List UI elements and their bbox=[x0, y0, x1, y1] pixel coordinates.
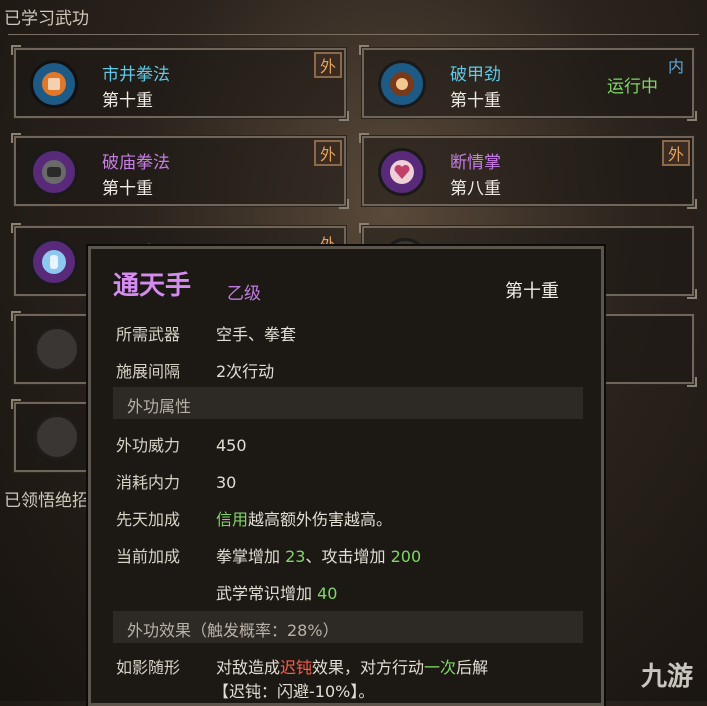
innate-label: 先天加成 bbox=[116, 510, 181, 529]
effect-section-band: 外功效果（触发概率：28%） bbox=[113, 611, 583, 643]
bonus2-value: 200 bbox=[390, 547, 422, 566]
open-palm-icon bbox=[30, 238, 78, 286]
power-value: 450 bbox=[216, 436, 247, 455]
cost-row: 消耗内力 30 bbox=[116, 469, 236, 493]
current-label: 当前加成 bbox=[116, 547, 181, 566]
effect-label: 如影随形 bbox=[116, 658, 181, 677]
bonus3-row: 武学常识增加 40 bbox=[216, 580, 337, 604]
skill-name: 破甲劲 bbox=[450, 65, 501, 85]
skill-level: 第十重 bbox=[450, 91, 501, 111]
current-bonus-row: 当前加成 拳掌增加 23、攻击增加 200 bbox=[116, 543, 421, 567]
cost-value: 30 bbox=[216, 473, 237, 492]
burst-icon bbox=[378, 60, 426, 108]
power-label: 外功威力 bbox=[116, 436, 181, 455]
innate-row: 先天加成 信用越高额外伤害越高。 bbox=[116, 506, 392, 530]
section-divider bbox=[8, 34, 699, 35]
watermark-logo: 九游 bbox=[640, 662, 693, 692]
skill-level: 第十重 bbox=[102, 179, 153, 199]
bonus3-value: 40 bbox=[317, 584, 338, 603]
internal-badge: 内 bbox=[667, 57, 684, 76]
skill-slot[interactable]: 破庙拳法 第十重 外 bbox=[11, 133, 349, 209]
effect-text1: 对敌造成 bbox=[216, 658, 281, 677]
cost-label: 消耗内力 bbox=[116, 473, 181, 492]
fist-icon bbox=[30, 60, 78, 108]
effect-text2: 效果，对方行动 bbox=[312, 658, 425, 677]
attr-section-band: 外功属性 bbox=[113, 387, 583, 419]
weapon-row: 所需武器 空手、拳套 bbox=[116, 321, 296, 345]
skill-tooltip: 通天手 乙级 第十重 所需武器 空手、拳套 施展间隔 2次行动 外功属性 外功威力 4… bbox=[86, 244, 606, 706]
skill-level: 第十重 bbox=[102, 91, 153, 111]
interval-label: 施展间隔 bbox=[116, 362, 181, 381]
bonus-separator: 、 bbox=[305, 547, 322, 566]
skill-name: 破庙拳法 bbox=[102, 153, 170, 173]
innate-highlight: 信用 bbox=[216, 510, 249, 529]
skill-level: 第八重 bbox=[450, 179, 501, 199]
effect-row: 如影随形 对敌造成迟钝效果，对方行动一次后解 bbox=[116, 654, 488, 678]
weapon-value: 空手、拳套 bbox=[216, 325, 297, 344]
interval-row: 施展间隔 2次行动 bbox=[116, 358, 274, 382]
skill-slot[interactable]: 市井拳法 第十重 外 bbox=[11, 45, 349, 121]
power-row: 外功威力 450 bbox=[116, 432, 247, 456]
gauntlet-icon bbox=[30, 148, 78, 196]
tooltip-level: 第十重 bbox=[505, 281, 559, 302]
running-status: 运行中 bbox=[607, 77, 658, 97]
effect-highlight1: 迟钝 bbox=[280, 658, 313, 677]
effect-section-label: 外功效果（触发概率：28%） bbox=[127, 621, 339, 640]
broken-heart-icon bbox=[378, 148, 426, 196]
tooltip-title: 通天手 bbox=[113, 271, 192, 301]
section-learned-title: 已学习武功 bbox=[4, 9, 89, 29]
attr-section-label: 外功属性 bbox=[127, 397, 192, 416]
weapon-label: 所需武器 bbox=[116, 325, 181, 344]
skill-name: 市井拳法 bbox=[102, 65, 170, 85]
empty-slot-icon bbox=[34, 414, 80, 460]
empty-slot-icon bbox=[34, 326, 80, 372]
effect-note-text: 【迟钝：闪避-10%】。 bbox=[213, 682, 375, 701]
tooltip-grade: 乙级 bbox=[227, 284, 261, 304]
effect-text3: 后解 bbox=[456, 658, 489, 677]
skill-slot[interactable]: 破甲劲 第十重 运行中 内 bbox=[359, 45, 697, 121]
interval-value: 2次行动 bbox=[216, 362, 275, 381]
bonus2-text: 攻击增加 bbox=[321, 547, 386, 566]
external-badge: 外 bbox=[662, 140, 690, 166]
effect-highlight2: 一次 bbox=[424, 658, 457, 677]
skill-slot[interactable]: 断情掌 第八重 外 bbox=[359, 133, 697, 209]
bonus1-text: 拳掌增加 bbox=[216, 547, 281, 566]
skill-name: 断情掌 bbox=[450, 153, 501, 173]
bonus3-text: 武学常识增加 bbox=[216, 584, 313, 603]
innate-text: 越高额外伤害越高。 bbox=[248, 510, 393, 529]
effect-note: 【迟钝：闪避-10%】。 bbox=[213, 678, 374, 702]
section-comprehended-title: 已领悟绝招 bbox=[4, 491, 89, 511]
bonus1-value: 23 bbox=[285, 547, 306, 566]
external-badge: 外 bbox=[314, 52, 342, 78]
external-badge: 外 bbox=[314, 140, 342, 166]
